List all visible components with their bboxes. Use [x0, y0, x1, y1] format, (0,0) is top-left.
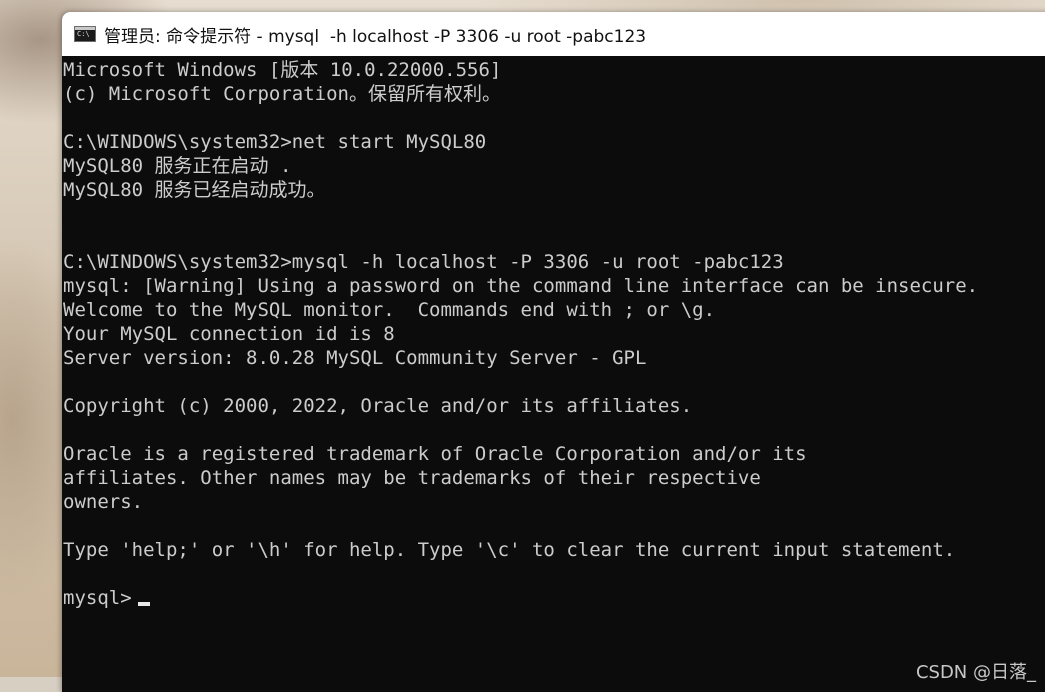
- console-line: Type 'help;' or '\h' for help. Type '\c'…: [63, 539, 956, 561]
- text-cursor: [137, 602, 150, 606]
- console-line: MySQL80 服务已经启动成功。: [63, 179, 326, 201]
- console-line: owners.: [63, 491, 144, 513]
- console-line: Copyright (c) 2000, 2022, Oracle and/or …: [63, 395, 693, 417]
- console-line: Oracle is a registered trademark of Orac…: [63, 443, 807, 465]
- console-line: mysql: [Warning] Using a password on the…: [63, 275, 979, 297]
- console-line: affiliates. Other names may be trademark…: [63, 467, 761, 489]
- window-titlebar[interactable]: 管理员: 命令提示符 - mysql -h localhost -P 3306 …: [62, 12, 1045, 56]
- window-title: 管理员: 命令提示符 - mysql -h localhost -P 3306 …: [104, 26, 647, 47]
- console-line: MySQL80 服务正在启动 .: [63, 155, 292, 177]
- console-line: Server version: 8.0.28 MySQL Community S…: [63, 347, 647, 369]
- console-prompt-line[interactable]: mysql>: [63, 586, 1045, 610]
- console-line: C:\WINDOWS\system32>net start MySQL80: [63, 131, 487, 153]
- console-line: C:\WINDOWS\system32>mysql -h localhost -…: [63, 251, 784, 273]
- console-line: Your MySQL connection id is 8: [63, 323, 395, 345]
- csdn-watermark: CSDN @日落_: [915, 662, 1036, 683]
- console-line: Welcome to the MySQL monitor. Commands e…: [63, 299, 716, 321]
- cmd-icon[interactable]: [74, 26, 96, 42]
- console-line: Microsoft Windows [版本 10.0.22000.556]: [63, 59, 502, 81]
- mysql-prompt: mysql>: [63, 587, 132, 609]
- console-line: (c) Microsoft Corporation。保留所有权利。: [63, 83, 501, 105]
- command-prompt-window[interactable]: 管理员: 命令提示符 - mysql -h localhost -P 3306 …: [62, 12, 1045, 692]
- console-output[interactable]: Microsoft Windows [版本 10.0.22000.556] (c…: [63, 58, 1045, 692]
